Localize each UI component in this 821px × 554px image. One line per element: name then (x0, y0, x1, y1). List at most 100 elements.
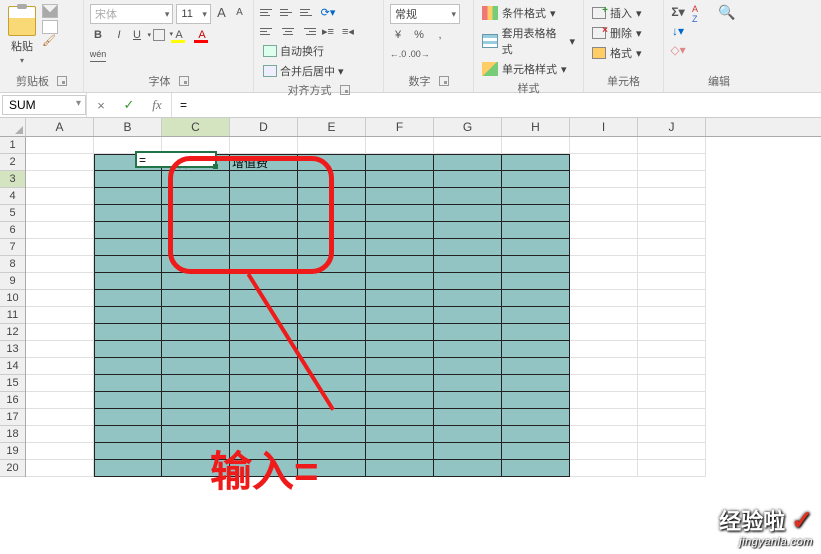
cell-G9[interactable] (434, 273, 502, 290)
cell-E6[interactable] (298, 222, 366, 239)
row-header-19[interactable]: 19 (0, 443, 25, 460)
cell-J20[interactable] (638, 460, 706, 477)
grow-font-button[interactable]: A (214, 4, 229, 20)
cell-J10[interactable] (638, 290, 706, 307)
cell-C11[interactable] (162, 307, 230, 324)
row-header-2[interactable]: 2 (0, 154, 25, 171)
cell-H15[interactable] (502, 375, 570, 392)
orientation-button[interactable]: ⟳▾ (320, 4, 336, 20)
cell-I13[interactable] (570, 341, 638, 358)
cell-B18[interactable] (94, 426, 162, 443)
cell-E10[interactable] (298, 290, 366, 307)
cell-F10[interactable] (366, 290, 434, 307)
alignment-launcher[interactable] (340, 85, 350, 95)
col-header-G[interactable]: G (434, 118, 502, 136)
cell-E20[interactable] (298, 460, 366, 477)
cell-D16[interactable] (230, 392, 298, 409)
font-name-combo[interactable]: 宋体 (90, 4, 173, 24)
sort-filter-button[interactable] (692, 4, 712, 58)
cell-C3[interactable] (162, 171, 230, 188)
cell-D19[interactable] (230, 443, 298, 460)
cell-A9[interactable] (26, 273, 94, 290)
cell-C10[interactable] (162, 290, 230, 307)
row-header-8[interactable]: 8 (0, 256, 25, 273)
cell-E19[interactable] (298, 443, 366, 460)
cell-D5[interactable] (230, 205, 298, 222)
row-header-10[interactable]: 10 (0, 290, 25, 307)
cell-J1[interactable] (638, 137, 706, 154)
cell-E4[interactable] (298, 188, 366, 205)
cell-styles-button[interactable]: 单元格样式 ▾ (480, 60, 577, 78)
cell-J12[interactable] (638, 324, 706, 341)
cell-H14[interactable] (502, 358, 570, 375)
cell-G2[interactable] (434, 154, 502, 171)
cell-F14[interactable] (366, 358, 434, 375)
cell-A7[interactable] (26, 239, 94, 256)
cell-A6[interactable] (26, 222, 94, 239)
row-header-14[interactable]: 14 (0, 358, 25, 375)
cell-E12[interactable] (298, 324, 366, 341)
clear-button[interactable]: ◇ ▾ (670, 42, 686, 58)
cell-I14[interactable] (570, 358, 638, 375)
row-header-3[interactable]: 3 (0, 171, 25, 188)
cell-F5[interactable] (366, 205, 434, 222)
cell-B19[interactable] (94, 443, 162, 460)
cell-C16[interactable] (162, 392, 230, 409)
shrink-font-button[interactable]: A (232, 4, 247, 20)
increase-decimal-button[interactable]: ←.0 (390, 46, 406, 62)
cell-F6[interactable] (366, 222, 434, 239)
insert-button[interactable]: 插入 ▾ (590, 4, 657, 22)
cell-H1[interactable] (502, 137, 570, 154)
col-header-C[interactable]: C (162, 118, 230, 136)
cell-H6[interactable] (502, 222, 570, 239)
cell-H8[interactable] (502, 256, 570, 273)
cell-I18[interactable] (570, 426, 638, 443)
cell-I5[interactable] (570, 205, 638, 222)
cell-C4[interactable] (162, 188, 230, 205)
cell-B16[interactable] (94, 392, 162, 409)
cell-I10[interactable] (570, 290, 638, 307)
cell-D9[interactable] (230, 273, 298, 290)
cell-E13[interactable] (298, 341, 366, 358)
cell-A1[interactable] (26, 137, 94, 154)
cell-H12[interactable] (502, 324, 570, 341)
cell-G14[interactable] (434, 358, 502, 375)
cell-D20[interactable] (230, 460, 298, 477)
cell-C6[interactable] (162, 222, 230, 239)
cell-B9[interactable] (94, 273, 162, 290)
cut-icon[interactable] (42, 4, 58, 18)
comma-button[interactable]: , (432, 27, 448, 43)
cell-C14[interactable] (162, 358, 230, 375)
cell-B10[interactable] (94, 290, 162, 307)
cell-F12[interactable] (366, 324, 434, 341)
cell-D3[interactable] (230, 171, 298, 188)
align-bottom-icon[interactable] (300, 5, 316, 19)
cell-D14[interactable] (230, 358, 298, 375)
cell-G10[interactable] (434, 290, 502, 307)
cell-C19[interactable] (162, 443, 230, 460)
cell-E7[interactable] (298, 239, 366, 256)
cell-I16[interactable] (570, 392, 638, 409)
cell-C15[interactable] (162, 375, 230, 392)
cell-D2[interactable]: 增值费 (230, 154, 298, 171)
cell-I7[interactable] (570, 239, 638, 256)
cell-B5[interactable] (94, 205, 162, 222)
cell-I19[interactable] (570, 443, 638, 460)
italic-button[interactable]: I (111, 27, 127, 43)
cell-A20[interactable] (26, 460, 94, 477)
cell-A19[interactable] (26, 443, 94, 460)
cell-I2[interactable] (570, 154, 638, 171)
cell-D17[interactable] (230, 409, 298, 426)
cell-C8[interactable] (162, 256, 230, 273)
cell-F11[interactable] (366, 307, 434, 324)
cell-B12[interactable] (94, 324, 162, 341)
cell-B11[interactable] (94, 307, 162, 324)
cell-E8[interactable] (298, 256, 366, 273)
merge-button[interactable]: 合并后居中 ▾ (260, 62, 347, 80)
cell-A17[interactable] (26, 409, 94, 426)
font-color-button[interactable]: A (193, 27, 211, 43)
underline-button[interactable]: U (132, 27, 148, 43)
cell-G20[interactable] (434, 460, 502, 477)
cell-J6[interactable] (638, 222, 706, 239)
cell-F15[interactable] (366, 375, 434, 392)
